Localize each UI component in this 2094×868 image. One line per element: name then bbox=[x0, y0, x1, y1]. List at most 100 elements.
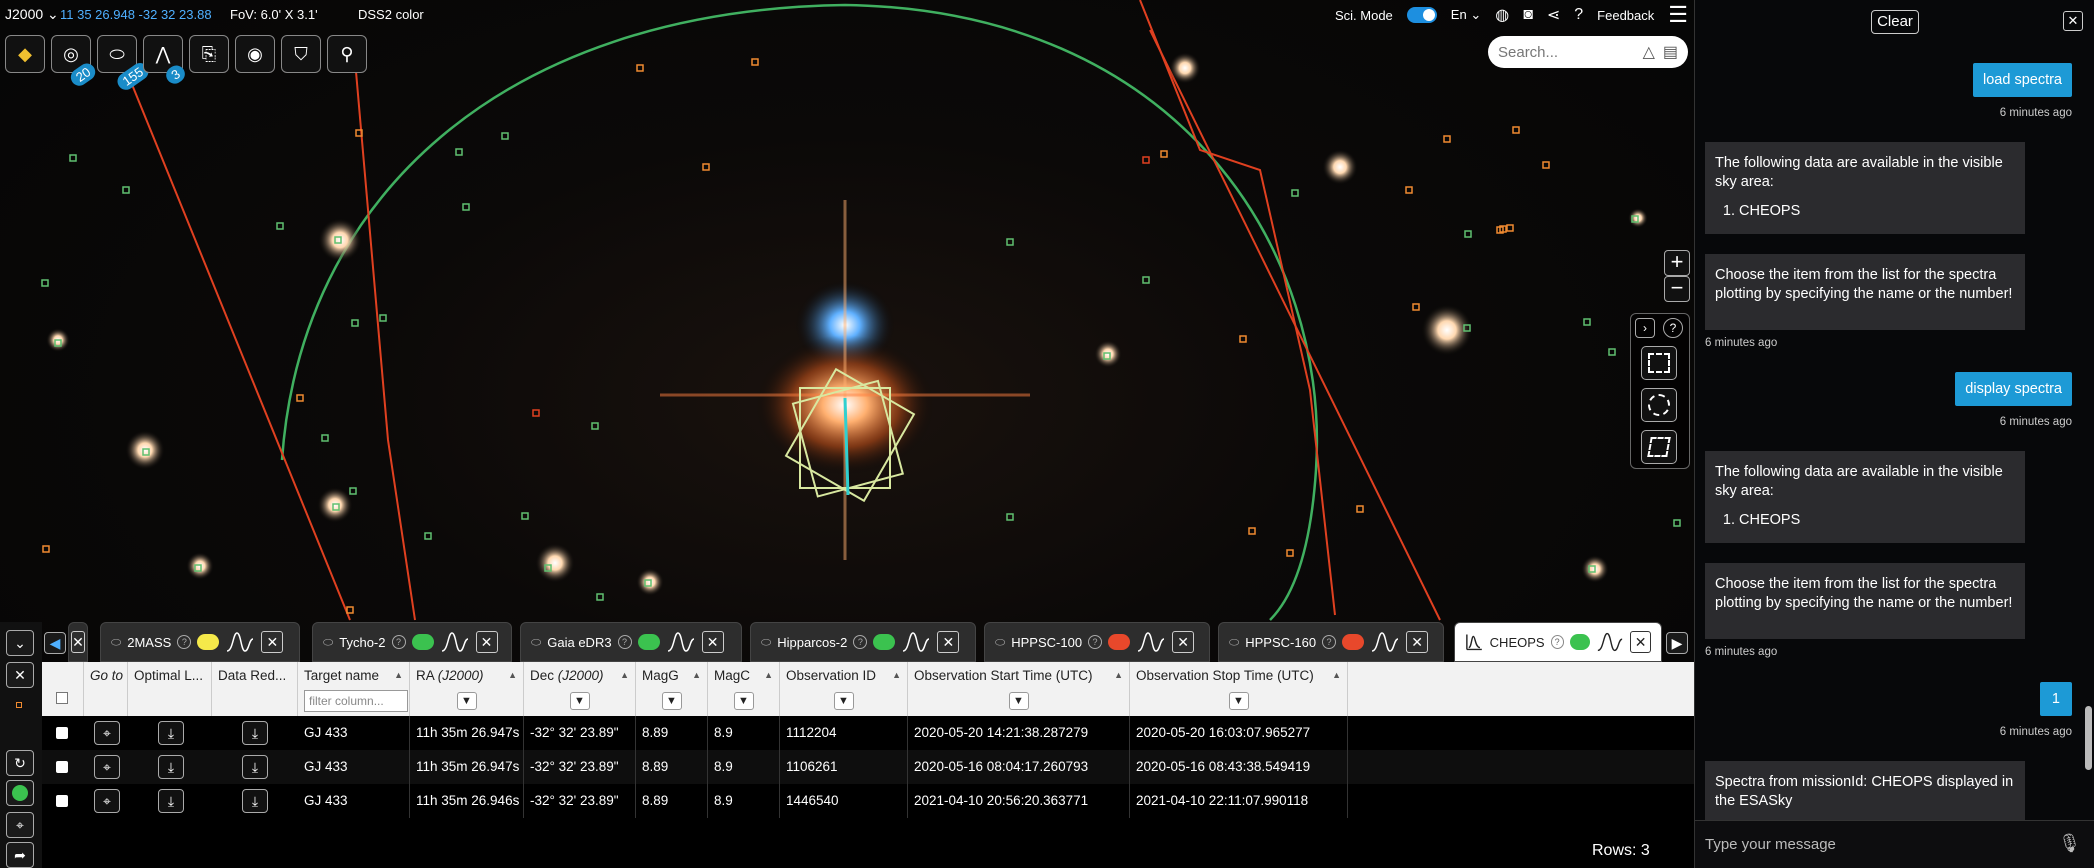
download-datared-button[interactable]: ⤓ bbox=[242, 789, 268, 813]
tab-hppsc100[interactable]: ⬭ HPPSC-100 ? ✕ bbox=[984, 622, 1210, 662]
planning-button[interactable]: ⚲ bbox=[327, 35, 367, 73]
color-dot-icon[interactable] bbox=[1108, 634, 1131, 650]
select-all-checkbox[interactable] bbox=[56, 692, 68, 704]
tab-2mass[interactable]: ⬭ 2MASS ? ✕ bbox=[100, 622, 300, 662]
color-dot-icon[interactable] bbox=[411, 634, 434, 650]
filter-icon[interactable]: ▼ bbox=[569, 692, 590, 710]
tab-hppsc160[interactable]: ⬭ HPPSC-160 ? ✕ bbox=[1218, 622, 1444, 662]
refresh-button[interactable]: ↻ bbox=[6, 750, 34, 776]
layers-button[interactable]: ◆ bbox=[5, 35, 45, 73]
row-checkbox[interactable] bbox=[56, 727, 68, 739]
sort-icon[interactable]: ▲ bbox=[1114, 670, 1123, 680]
color-dot-icon[interactable] bbox=[197, 634, 220, 650]
close-icon[interactable]: ✕ bbox=[1630, 631, 1651, 653]
sort-icon[interactable]: ▲ bbox=[508, 670, 517, 680]
sky-view[interactable]: J2000 ⌄ 11 35 26.948 -32 32 23.88 FoV: 6… bbox=[0, 0, 1694, 868]
help-icon[interactable]: ? bbox=[1574, 6, 1583, 24]
col-stop[interactable]: Observation Stop Time (UTC) ▲ ▼ bbox=[1130, 662, 1348, 716]
clear-button[interactable]: Clear bbox=[1871, 10, 1919, 34]
sci-mode-toggle[interactable] bbox=[1406, 7, 1437, 23]
expand-icon[interactable]: › bbox=[1635, 318, 1655, 338]
close-chat-button[interactable]: ✕ bbox=[2063, 11, 2083, 31]
color-dot-icon[interactable] bbox=[873, 634, 896, 650]
download-optimal-button[interactable]: ⤓ bbox=[158, 721, 184, 745]
col-magg[interactable]: MagG ▲ ▼ bbox=[636, 662, 708, 716]
tabs-scroll-right[interactable]: ▶ bbox=[1666, 632, 1688, 654]
camera-icon[interactable]: ◙ bbox=[1523, 6, 1533, 24]
close-icon[interactable]: ✕ bbox=[475, 631, 498, 653]
color-button[interactable] bbox=[6, 780, 34, 806]
col-datared[interactable]: Data Red... bbox=[212, 662, 298, 716]
publications-button[interactable]: ⎘ bbox=[189, 35, 229, 73]
download-optimal-button[interactable]: ⤓ bbox=[158, 789, 184, 813]
sort-icon[interactable]: ▲ bbox=[764, 670, 773, 680]
close-icon[interactable]: ✕ bbox=[701, 631, 724, 653]
close-icon[interactable]: ✕ bbox=[261, 631, 284, 653]
help-icon[interactable]: ? bbox=[1322, 635, 1337, 649]
spectrum-icon[interactable] bbox=[901, 631, 931, 653]
spectrum-icon[interactable] bbox=[1136, 631, 1166, 653]
col-target[interactable]: Target name ▲ filter column... bbox=[298, 662, 410, 716]
catalogs-button[interactable]: ⬭ 155 bbox=[97, 35, 152, 94]
help-icon[interactable]: ? bbox=[853, 635, 868, 649]
col-ra[interactable]: RA (J2000) ▲ ▼ bbox=[410, 662, 524, 716]
close-icon[interactable]: ✕ bbox=[1406, 631, 1429, 653]
box-select-button[interactable] bbox=[1641, 346, 1677, 380]
help-icon[interactable]: ? bbox=[617, 635, 632, 649]
survey-label[interactable]: DSS2 color bbox=[358, 7, 424, 22]
goto-button[interactable]: ⌖ bbox=[94, 789, 120, 813]
spectra-button[interactable]: ⋀ 3 bbox=[143, 35, 189, 87]
download-datared-button[interactable]: ⤓ bbox=[242, 755, 268, 779]
warning-icon[interactable]: △ bbox=[1643, 42, 1655, 62]
col-optimal[interactable]: Optimal L... bbox=[128, 662, 212, 716]
col-start[interactable]: Observation Start Time (UTC) ▲ ▼ bbox=[908, 662, 1130, 716]
tab-gaia-edr3[interactable]: ⬭ Gaia eDR3 ? ✕ bbox=[520, 622, 742, 662]
help-icon[interactable]: ? bbox=[1088, 635, 1103, 649]
sort-icon[interactable]: ▲ bbox=[1332, 670, 1341, 680]
download-datared-button[interactable]: ⤓ bbox=[242, 721, 268, 745]
target-list-button[interactable]: ◉ bbox=[235, 35, 275, 73]
sort-icon[interactable]: ▲ bbox=[394, 670, 403, 680]
filter-icon[interactable]: ▼ bbox=[833, 692, 854, 710]
sort-icon[interactable]: ▲ bbox=[692, 670, 701, 680]
send-button[interactable]: ➦ bbox=[6, 842, 34, 868]
search-box[interactable]: Search... △ ▤ bbox=[1488, 36, 1688, 68]
color-dot-icon[interactable] bbox=[1342, 634, 1365, 650]
spectrum-icon[interactable] bbox=[1596, 631, 1624, 653]
color-dot-icon[interactable] bbox=[1569, 634, 1591, 650]
globe-icon[interactable]: ◍ bbox=[1495, 5, 1509, 25]
tabs-scroll-left[interactable]: ◀ bbox=[44, 632, 66, 654]
target-filter-input[interactable]: filter column... bbox=[304, 690, 408, 712]
recenter-button[interactable]: ⌖ bbox=[6, 812, 34, 838]
zoom-in-button[interactable]: + bbox=[1664, 250, 1690, 276]
help-icon[interactable]: ? bbox=[391, 635, 406, 649]
spectrum-icon[interactable] bbox=[440, 631, 470, 653]
color-dot-icon[interactable] bbox=[637, 634, 660, 650]
close-panel-button[interactable]: ✕ bbox=[6, 662, 34, 688]
filter-icon[interactable]: ▼ bbox=[733, 692, 754, 710]
table-row[interactable]: ⌖ ⤓ ⤓ GJ 433 11h 35m 26.947s -32° 32' 23… bbox=[42, 716, 1694, 750]
col-dec[interactable]: Dec (J2000) ▲ ▼ bbox=[524, 662, 636, 716]
tab-cheops[interactable]: CHEOPS ? ✕ bbox=[1454, 622, 1662, 662]
circle-select-button[interactable] bbox=[1641, 388, 1677, 422]
close-icon[interactable]: ✕ bbox=[937, 631, 960, 653]
coordinates-readout[interactable]: 11 35 26.948 -32 32 23.88 bbox=[60, 7, 212, 22]
chat-input[interactable]: Type your message 🎙 bbox=[1695, 820, 2094, 868]
list-icon[interactable]: ▤ bbox=[1663, 42, 1678, 62]
coord-system-select[interactable]: J2000 ⌄ bbox=[5, 6, 59, 23]
table-row[interactable]: ⌖ ⤓ ⤓ GJ 433 11h 35m 26.946s -32° 32' 23… bbox=[42, 784, 1694, 818]
filter-icon[interactable]: ▼ bbox=[1228, 692, 1249, 710]
menu-icon[interactable]: ☰ bbox=[1668, 4, 1688, 26]
table-row[interactable]: ⌖ ⤓ ⤓ GJ 433 11h 35m 26.947s -32° 32' 23… bbox=[42, 750, 1694, 784]
spectrum-icon[interactable] bbox=[1370, 631, 1400, 653]
tab-tycho2[interactable]: ⬭ Tycho-2 ? ✕ bbox=[312, 622, 512, 662]
galaxy-button[interactable]: ◎ 20 bbox=[51, 35, 99, 90]
help-icon[interactable]: ? bbox=[1550, 635, 1564, 649]
sort-icon[interactable]: ▲ bbox=[620, 670, 629, 680]
filter-icon[interactable]: ▼ bbox=[1008, 692, 1029, 710]
spectrum-icon[interactable] bbox=[225, 631, 255, 653]
row-checkbox[interactable] bbox=[56, 761, 68, 773]
outreach-button[interactable]: ⛉ bbox=[281, 35, 321, 73]
search-input[interactable]: Search... bbox=[1498, 44, 1635, 61]
feedback-link[interactable]: Feedback bbox=[1597, 8, 1654, 23]
